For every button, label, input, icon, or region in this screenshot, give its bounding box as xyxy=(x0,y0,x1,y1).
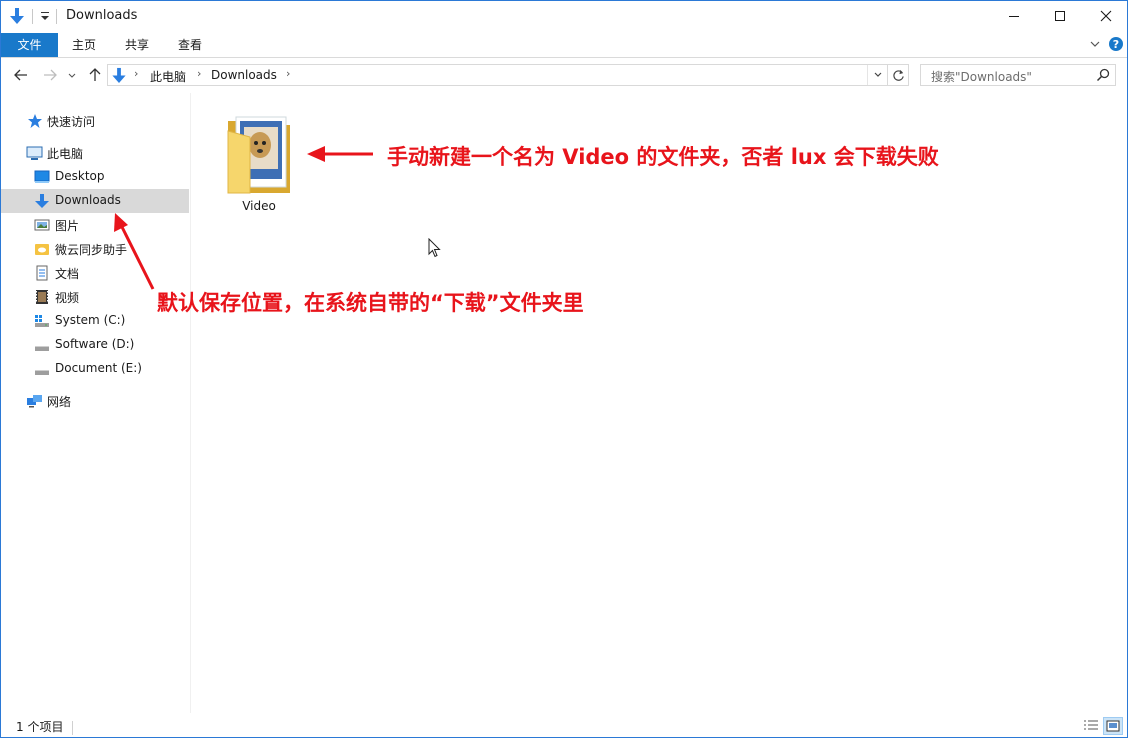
mouse-cursor-icon xyxy=(428,237,441,261)
star-icon xyxy=(27,113,43,129)
nav-item-network[interactable]: 网络 xyxy=(1,389,189,413)
back-arrow-icon[interactable] xyxy=(13,67,29,86)
minimize-icon xyxy=(1009,16,1019,17)
maximize-icon xyxy=(1055,11,1065,21)
file-explorer-window: Downloads 文件 主页 共享 查看 ? › 此电脑 › Download… xyxy=(0,0,1128,738)
maximize-button[interactable] xyxy=(1037,1,1083,31)
nav-item-weiyun-sync[interactable]: 微云同步助手 xyxy=(1,237,189,261)
nav-item-this-pc[interactable]: 此电脑 xyxy=(1,141,189,165)
nav-item-documents[interactable]: 文档 xyxy=(1,261,189,285)
nav-item-software-drive[interactable]: Software (D:) xyxy=(1,333,189,357)
file-item-video-folder[interactable]: Video xyxy=(222,107,296,217)
annotation-create-video-folder: 手动新建一个名为 Video 的文件夹，否者 lux 会下载失败 xyxy=(387,145,939,169)
recent-locations-chevron-icon[interactable] xyxy=(67,70,77,84)
tab-view[interactable]: 查看 xyxy=(178,33,202,57)
up-arrow-icon[interactable] xyxy=(87,67,103,86)
forward-arrow-icon[interactable] xyxy=(42,67,58,86)
download-arrow-icon xyxy=(111,67,127,87)
nav-item-label: System (C:) xyxy=(55,313,126,327)
nav-item-label: Software (D:) xyxy=(55,337,135,351)
breadcrumb-chevron-icon[interactable]: › xyxy=(286,67,290,80)
breadcrumb-downloads[interactable]: Downloads xyxy=(211,68,277,82)
expand-ribbon-chevron-icon[interactable] xyxy=(1089,38,1101,53)
file-item-label: Video xyxy=(242,199,276,213)
nav-item-desktop[interactable]: Desktop xyxy=(1,165,189,189)
close-icon xyxy=(1100,10,1112,22)
nav-item-label: 网络 xyxy=(47,395,72,409)
tab-file[interactable]: 文件 xyxy=(1,33,58,57)
nav-item-downloads[interactable]: Downloads xyxy=(1,189,189,213)
refresh-button[interactable] xyxy=(888,64,909,86)
nav-item-label: 文档 xyxy=(55,267,80,281)
video-icon xyxy=(34,289,50,305)
system-drive-icon xyxy=(34,313,50,329)
nav-item-label: 微云同步助手 xyxy=(55,243,128,257)
annotation-default-save-location: 默认保存位置，在系统自带的“下载”文件夹里 xyxy=(157,291,584,315)
breadcrumb-chevron-icon[interactable]: › xyxy=(197,67,201,80)
details-view-icon xyxy=(1084,720,1098,730)
file-list-area[interactable]: Video xyxy=(192,93,1127,713)
nav-item-pictures[interactable]: 图片 xyxy=(1,213,189,237)
address-row: › 此电脑 › Downloads › 搜索"Downloads" xyxy=(1,59,1127,93)
large-icons-view-icon xyxy=(1106,720,1120,732)
item-count: 1 个项目 xyxy=(16,720,64,734)
desktop-icon xyxy=(34,169,50,185)
search-input[interactable]: 搜索"Downloads" xyxy=(920,64,1116,86)
status-bar: 1 个项目 xyxy=(1,713,1127,737)
nav-item-label: 图片 xyxy=(55,219,80,233)
address-dropdown-button[interactable] xyxy=(867,65,887,85)
help-icon[interactable]: ? xyxy=(1108,36,1124,55)
title-separator xyxy=(32,9,33,24)
details-view-button[interactable] xyxy=(1081,717,1101,735)
status-separator xyxy=(72,721,73,735)
chevron-down-icon xyxy=(874,72,881,77)
navigation-pane: 快速访问 此电脑 Desktop Downloads 图片 微云同步助手 文档 … xyxy=(1,93,191,713)
address-bar[interactable]: › 此电脑 › Downloads › xyxy=(107,64,888,86)
svg-text:?: ? xyxy=(1113,38,1119,51)
nav-item-label: 此电脑 xyxy=(47,147,84,161)
network-icon xyxy=(26,393,42,409)
tab-share[interactable]: 共享 xyxy=(125,33,149,57)
close-button[interactable] xyxy=(1083,1,1127,31)
tab-home[interactable]: 主页 xyxy=(72,33,96,57)
search-placeholder: 搜索"Downloads" xyxy=(931,70,1032,84)
nav-item-label: Downloads xyxy=(55,193,121,207)
minimize-button[interactable] xyxy=(991,1,1037,31)
title-bar: Downloads xyxy=(1,1,1127,32)
nav-item-label: Desktop xyxy=(55,169,105,183)
pictures-icon xyxy=(34,217,50,233)
document-icon xyxy=(34,265,50,281)
large-icons-view-button[interactable] xyxy=(1103,717,1123,735)
nav-item-label: Document (E:) xyxy=(55,361,142,375)
nav-item-document-drive[interactable]: Document (E:) xyxy=(1,357,189,381)
nav-item-label: 快速访问 xyxy=(47,115,96,129)
search-icon[interactable] xyxy=(1096,68,1110,85)
breadcrumb-this-pc[interactable]: 此电脑 xyxy=(150,68,186,85)
refresh-icon xyxy=(892,69,904,81)
breadcrumb-chevron-icon[interactable]: › xyxy=(134,67,138,80)
drive-icon xyxy=(34,361,50,377)
ribbon-tabs: 文件 主页 共享 查看 ? xyxy=(1,32,1127,58)
nav-item-label: 视频 xyxy=(55,291,80,305)
title-separator xyxy=(56,9,57,24)
download-arrow-icon xyxy=(34,193,50,209)
quick-access-dropdown-icon[interactable] xyxy=(39,9,51,26)
computer-icon xyxy=(26,145,43,161)
download-arrow-icon[interactable] xyxy=(9,7,25,28)
nav-item-quick-access[interactable]: 快速访问 xyxy=(1,109,189,133)
drive-icon xyxy=(34,337,50,353)
cloud-folder-icon xyxy=(34,241,50,257)
folder-icon xyxy=(227,116,290,194)
window-title: Downloads xyxy=(66,8,138,23)
